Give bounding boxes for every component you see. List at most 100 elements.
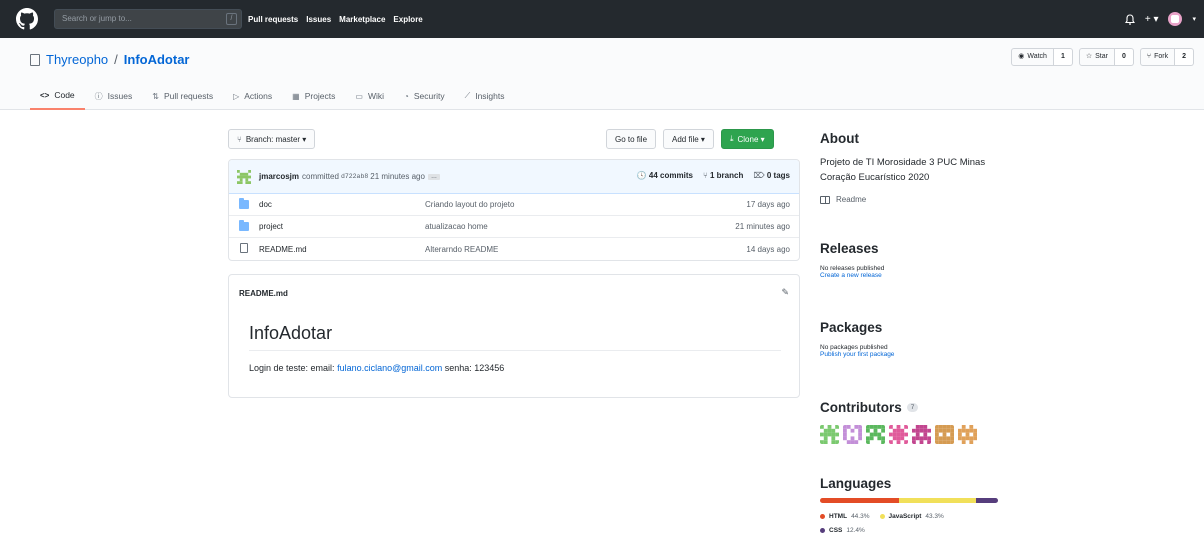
pull-request-icon: ⇅ — [152, 91, 159, 101]
tags-link[interactable]: ⌦ 0 tags — [753, 171, 790, 180]
user-menu-caret-icon[interactable]: ▾ — [1192, 15, 1196, 23]
nav-issues[interactable]: Issues — [306, 15, 331, 24]
watch-button[interactable]: ◉ Watch — [1011, 48, 1054, 66]
watch-label: Watch — [1027, 53, 1047, 60]
repo-name-link[interactable]: InfoAdotar — [124, 52, 190, 67]
branch-label: Branch: master ▾ — [245, 134, 307, 144]
language-item[interactable]: HTML 44.3% — [820, 510, 870, 523]
nav-marketplace[interactable]: Marketplace — [339, 15, 385, 24]
folder-icon — [239, 220, 249, 231]
commits-link[interactable]: 🕓 44 commits — [637, 171, 693, 180]
tag-icon: ⌦ — [753, 171, 765, 180]
commit-expand-button[interactable]: … — [427, 173, 440, 180]
search-placeholder: Search or jump to... — [62, 14, 132, 23]
clone-button[interactable]: ⤓ Clone ▾ — [720, 129, 774, 149]
about-description: Projeto de TI Morosidade 3 PUC Minas Cor… — [820, 157, 986, 183]
readme-panel: README.md ✎ InfoAdotar Login de teste: e… — [228, 274, 800, 398]
contributor-avatar[interactable] — [912, 425, 931, 444]
tab-label: Insights — [475, 91, 505, 101]
readme-link[interactable]: Readme — [820, 195, 998, 204]
eye-icon: ◉ — [1018, 53, 1025, 60]
readme-body-prefix: Login de teste: email: — [249, 363, 338, 373]
branch-select-button[interactable]: ⑂ Branch: master ▾ — [228, 129, 316, 149]
create-new-menu[interactable]: + ▾ — [1145, 14, 1159, 25]
language-name: HTML — [829, 513, 848, 520]
watch-count[interactable]: 1 — [1053, 48, 1073, 66]
repo-owner-link[interactable]: Thyreopho — [46, 52, 108, 67]
commit-sha[interactable]: d722ab8 — [341, 173, 368, 180]
file-row-project[interactable]: project atualizacao home 21 minutes ago — [229, 216, 799, 238]
language-percent: 44.3% — [851, 513, 870, 520]
nav-pull-requests[interactable]: Pull requests — [248, 15, 298, 24]
language-item[interactable]: JavaScript 43.3% — [879, 510, 944, 523]
releases-info: No releases published Create a new relea… — [820, 265, 998, 279]
folder-icon — [239, 198, 249, 209]
releases-title[interactable]: Releases — [820, 241, 998, 256]
user-avatar[interactable] — [1168, 12, 1183, 26]
search-input[interactable]: Search or jump to... / — [54, 9, 242, 29]
email-link[interactable]: fulano.ciclano@gmail.com — [337, 363, 442, 373]
tab-label: Code — [54, 90, 75, 100]
branch-count: 1 branch — [709, 171, 744, 180]
file-name[interactable]: doc — [259, 200, 272, 209]
fork-button[interactable]: ⑂ Fork — [1139, 48, 1176, 66]
create-release-link[interactable]: Create a new release — [820, 272, 998, 279]
watch-button-group: ◉ Watch 1 — [1011, 48, 1073, 66]
file-row-doc[interactable]: doc Criando layout do projeto 17 days ag… — [229, 194, 799, 216]
commit-action: committed — [302, 172, 339, 181]
file-commit-message[interactable]: Criando layout do projeto — [425, 200, 514, 209]
shield-icon: ◔ — [404, 91, 409, 101]
tab-wiki[interactable]: ▭ Wiki — [345, 82, 394, 110]
book-icon — [820, 195, 830, 204]
tab-security[interactable]: ◔ Security — [394, 82, 455, 110]
file-commit-message[interactable]: atualizacao home — [425, 222, 488, 231]
tab-actions[interactable]: ▷ Actions — [223, 82, 282, 110]
fork-button-group: ⑂ Fork 2 — [1139, 48, 1194, 66]
publish-package-link[interactable]: Publish your first package — [820, 351, 998, 358]
contributors-count: 7 — [906, 403, 919, 412]
fork-count[interactable]: 2 — [1175, 48, 1194, 66]
contributor-avatar[interactable] — [866, 425, 885, 444]
tab-pull-requests[interactable]: ⇅ Pull requests — [142, 82, 223, 110]
language-item[interactable]: CSS 12.4% — [820, 524, 865, 537]
repo-actions: ◉ Watch 1 ☆ Star 0 ⑂ Fork 2 — [1011, 48, 1194, 66]
star-count[interactable]: 0 — [1114, 48, 1134, 66]
repo-title: Thyreopho / InfoAdotar — [30, 52, 190, 67]
readme-body-suffix: senha: 123456 — [442, 363, 505, 373]
contributor-avatar[interactable] — [820, 425, 839, 444]
contributors-title[interactable]: Contributors — [820, 400, 902, 415]
add-file-button[interactable]: Add file ▾ — [663, 129, 714, 149]
tab-code[interactable]: <> Code — [30, 82, 85, 110]
commit-author[interactable]: jmarcosjm — [259, 172, 299, 181]
bell-icon[interactable] — [1124, 13, 1135, 25]
tab-insights[interactable]: ⟋ Insights — [455, 82, 515, 110]
github-logo-icon[interactable] — [16, 8, 38, 30]
contributor-avatar[interactable] — [958, 425, 977, 444]
fork-label: Fork — [1154, 53, 1169, 60]
contributor-avatar[interactable] — [843, 425, 862, 444]
branches-link[interactable]: ⑂ 1 branch — [703, 171, 743, 180]
contributor-avatar[interactable] — [935, 425, 954, 444]
file-age: 14 days ago — [746, 244, 790, 254]
nav-explore[interactable]: Explore — [393, 15, 422, 24]
tab-issues[interactable]: ⓘ Issues — [85, 82, 143, 110]
file-name[interactable]: README.md — [259, 245, 307, 254]
star-button[interactable]: ☆ Star — [1078, 48, 1115, 66]
branch-toolbar: ⑂ Branch: master ▾ — [228, 129, 316, 149]
packages-title[interactable]: Packages — [820, 320, 998, 335]
contributor-avatar[interactable] — [889, 425, 908, 444]
latest-commit-bar: jmarcosjm committed d722ab8 21 minutes a… — [229, 160, 799, 194]
contributors-header: Contributors 7 — [820, 400, 998, 415]
edit-pencil-icon[interactable]: ✎ — [781, 287, 789, 298]
readme-header: README.md ✎ — [229, 275, 799, 311]
file-row-readme[interactable]: README.md Alterarndo README 14 days ago — [229, 238, 799, 260]
file-commit-message[interactable]: Alterarndo README — [425, 245, 498, 254]
star-label: Star — [1095, 53, 1108, 60]
go-to-file-button[interactable]: Go to file — [606, 129, 657, 149]
file-actions: Go to file Add file ▾ ⤓ Clone ▾ — [606, 129, 774, 149]
language-color-dot — [820, 528, 825, 533]
file-name[interactable]: project — [259, 222, 283, 231]
tab-projects[interactable]: ▦ Projects — [282, 82, 345, 110]
file-age: 21 minutes ago — [735, 222, 790, 231]
commit-author-avatar[interactable] — [237, 169, 251, 184]
